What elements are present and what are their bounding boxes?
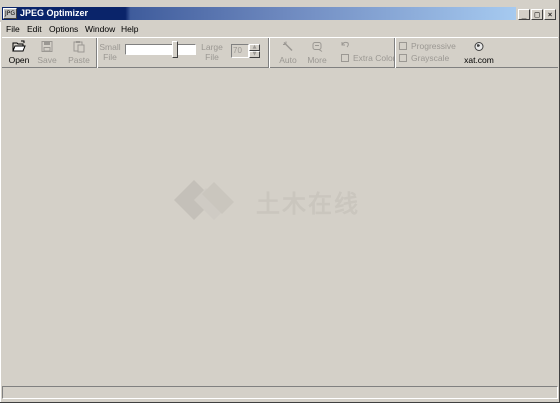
spin-down-icon[interactable]: ▼ xyxy=(249,51,260,58)
open-button[interactable]: Open xyxy=(6,40,32,65)
extra-color-label: Extra Color xyxy=(353,53,396,63)
xat-link-button[interactable]: xat.com xyxy=(462,40,496,65)
menu-options[interactable]: Options xyxy=(49,24,78,34)
small-file-label: Small File xyxy=(98,42,122,62)
progressive-checkbox[interactable] xyxy=(399,42,407,50)
magic-wand-icon xyxy=(283,41,293,52)
watermark: 土木在线 xyxy=(172,178,392,224)
menu-bar: File Edit Options Window Help xyxy=(0,22,560,36)
auto-label: Auto xyxy=(279,55,297,65)
maximize-button[interactable]: □ xyxy=(531,9,543,20)
more-tools-icon xyxy=(312,42,322,52)
open-label: Open xyxy=(8,55,30,65)
grayscale-checkbox[interactable] xyxy=(399,54,407,62)
menu-help[interactable]: Help xyxy=(121,24,138,34)
large-file-label-line1: Large xyxy=(201,42,223,52)
menu-edit[interactable]: Edit xyxy=(27,24,42,34)
quality-slider-track[interactable] xyxy=(125,44,196,55)
toolbar-separator-3 xyxy=(394,38,396,68)
app-icon[interactable]: JPG xyxy=(3,8,17,19)
floppy-disk-icon xyxy=(41,41,53,52)
title-bar[interactable]: JPG JPEG Optimizer _ □ × xyxy=(0,0,560,22)
window-frame-left xyxy=(0,0,1,403)
small-file-label-line1: Small xyxy=(99,42,121,52)
watermark-logo-icon xyxy=(174,180,234,220)
auto-button[interactable]: Auto xyxy=(276,40,300,65)
more-label: More xyxy=(307,55,327,65)
save-label: Save xyxy=(37,55,57,65)
menu-file[interactable]: File xyxy=(6,24,20,34)
extra-color-checkbox[interactable] xyxy=(341,54,349,62)
quality-spin-input[interactable]: 70 xyxy=(231,44,249,58)
status-bar xyxy=(2,386,558,399)
save-button[interactable]: Save xyxy=(35,40,59,65)
open-folder-icon xyxy=(12,40,26,52)
minimize-button[interactable]: _ xyxy=(518,9,530,20)
spin-up-icon[interactable]: ▲ xyxy=(249,44,260,51)
quality-spin-buttons[interactable]: ▲ ▼ xyxy=(249,44,260,58)
globe-icon xyxy=(474,42,484,51)
paste-label: Paste xyxy=(68,55,90,65)
xat-label: xat.com xyxy=(464,55,494,65)
small-file-label-line2: File xyxy=(103,52,117,62)
menu-window[interactable]: Window xyxy=(85,24,115,34)
close-button[interactable]: × xyxy=(544,9,556,20)
grayscale-label: Grayscale xyxy=(411,53,450,63)
paste-button[interactable]: Paste xyxy=(66,40,92,65)
more-button[interactable]: More xyxy=(305,40,329,65)
window-title: JPEG Optimizer xyxy=(20,8,89,18)
progressive-label: Progressive xyxy=(411,41,456,51)
mdi-client-area[interactable] xyxy=(2,69,558,385)
undo-icon[interactable] xyxy=(340,40,350,49)
large-file-label-line2: File xyxy=(205,52,219,62)
large-file-label: Large File xyxy=(199,42,225,62)
toolbar-separator-2 xyxy=(268,38,270,68)
quality-slider-thumb[interactable] xyxy=(172,41,178,58)
paste-icon xyxy=(73,41,85,53)
watermark-text: 土木在线 xyxy=(256,190,360,218)
